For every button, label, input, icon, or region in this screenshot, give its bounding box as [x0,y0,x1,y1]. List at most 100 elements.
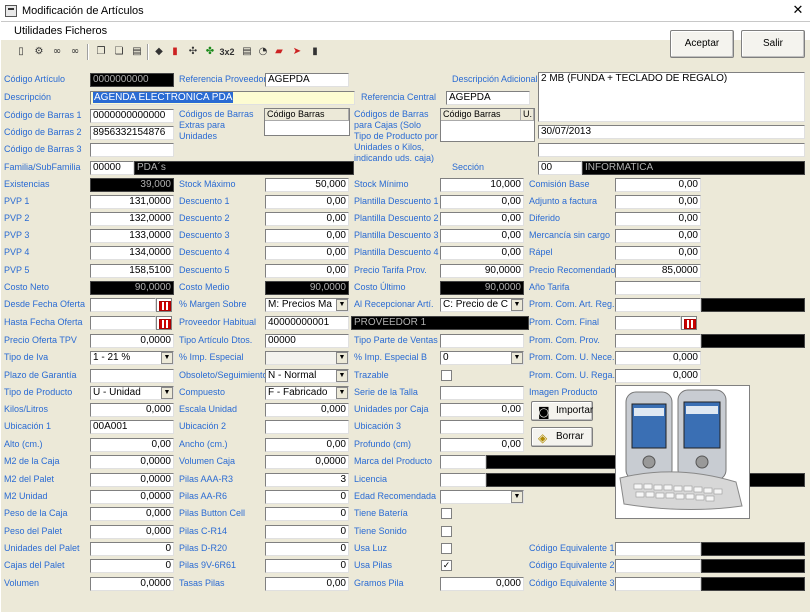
vol-caja-field[interactable]: 0,0000 [265,455,349,469]
document-icon[interactable]: ▤ [129,44,145,60]
chevron-down-icon[interactable]: ▼ [336,387,348,399]
cb2-field[interactable]: 8956332154876 [90,126,174,140]
tipo-iva-select[interactable]: 1 - 21 % ▼ [90,351,174,365]
product-image[interactable] [615,385,750,519]
exit-button[interactable]: Salir [741,30,805,58]
volumen-field[interactable]: 0,0000 [90,577,174,591]
grid-value[interactable]: 0,00 [440,195,524,209]
extra-field[interactable] [538,143,805,157]
ubic1-field[interactable]: 00A001 [90,420,174,434]
grid-value[interactable]: 90,0000 [440,264,524,278]
alto-field[interactable]: 0,00 [90,438,174,452]
grid-value[interactable]: 131,0000 [90,195,174,209]
edad-select[interactable]: ▼ [440,490,524,504]
kilos-field[interactable]: 0,000 [90,403,174,417]
imp-b-select[interactable]: 0 ▼ [440,351,524,365]
pilas-c-field[interactable]: 0 [265,525,349,539]
ref-central-field[interactable]: AGEPDA [446,91,530,105]
date-field[interactable]: 30/07/2013 [538,125,805,139]
ancho-field[interactable]: 0,00 [265,438,349,452]
tipo-producto-select[interactable]: U - Unidad ▼ [90,386,174,400]
bar-chart-icon[interactable]: ▮ [167,44,183,60]
cb-cajas-list[interactable]: Código Barras U. [440,108,535,142]
m2-unidad-field[interactable]: 0,0000 [90,490,174,504]
grid-value[interactable]: 0,00 [265,246,349,260]
pilas-d-field[interactable]: 0 [265,542,349,556]
m2-palet-field[interactable]: 0,0000 [90,473,174,487]
trazable-checkbox[interactable] [441,370,452,381]
menu-ficheros[interactable]: Ficheros [65,25,107,37]
ubic3-field[interactable] [440,420,524,434]
menu-utilidades[interactable]: Utilidades [14,25,62,37]
doc-icon[interactable]: ▮ [307,44,323,60]
gramos-field[interactable]: 0,000 [440,577,524,591]
ubic2-field[interactable] [265,420,349,434]
seccion-code-field[interactable]: 00 [538,161,582,175]
grid-value[interactable]: 85,0000 [615,264,701,278]
ref-proveedor-field[interactable]: AGEPDA [265,73,349,87]
export-icon[interactable]: ➤ [289,44,305,60]
binoculars-icon[interactable]: ∞ [49,44,65,60]
grid-value[interactable]: 132,0000 [90,212,174,226]
m2-caja-field[interactable]: 0,0000 [90,455,174,469]
prom-u-rega-field[interactable]: 0,000 [615,369,701,383]
codigo-articulo-field[interactable]: 0000000000 [90,73,174,87]
calendar-icon[interactable] [156,298,172,312]
chevron-down-icon[interactable]: ▼ [336,352,348,364]
new-doc-icon[interactable]: ▯ [13,44,29,60]
tiene-sonido-checkbox[interactable] [441,526,452,537]
pilas-button-field[interactable]: 0 [265,507,349,521]
grid-value[interactable]: 0,00 [615,246,701,260]
prom-art-reg-field[interactable] [615,298,701,312]
grid-value[interactable]: 0,00 [440,212,524,226]
chevron-down-icon[interactable]: ▼ [511,299,523,311]
grid-value[interactable]: 0,00 [615,212,701,226]
pilas-aa-field[interactable]: 0 [265,490,349,504]
grid-value[interactable]: 0,00 [615,178,701,192]
precio-oferta-field[interactable]: 0,0000 [90,334,174,348]
imp-especial-select[interactable]: ▼ [265,351,349,365]
tools-icon[interactable]: ✤ [202,44,218,60]
grid-value[interactable]: 134,0000 [90,246,174,260]
copy-icon[interactable]: ❐ [93,44,109,60]
calendar-icon[interactable] [156,316,172,330]
tasas-field[interactable]: 0,00 [265,577,349,591]
hasta-oferta-field[interactable] [90,316,156,330]
tipo-dtos-field[interactable]: 00000 [265,334,349,348]
recep-select[interactable]: C: Precio de C ▼ [440,298,524,312]
cajas-palet-field[interactable]: 0 [90,559,174,573]
grid-value[interactable]: 0,00 [265,264,349,278]
book-icon[interactable]: ▰ [271,44,287,60]
chevron-down-icon[interactable]: ▼ [161,352,173,364]
cod-eq1-field[interactable] [615,542,701,556]
grid-value[interactable]: 0,00 [440,246,524,260]
descripcion-field[interactable]: AGENDA ELECTRONICA PDA [90,91,355,105]
search-next-icon[interactable]: ∞ [67,44,83,60]
marca-field[interactable] [440,455,486,469]
list-icon[interactable]: ▤ [239,44,255,60]
uds-palet-field[interactable]: 0 [90,542,174,556]
peso-caja-field[interactable]: 0,000 [90,507,174,521]
chevron-down-icon[interactable]: ▼ [511,491,523,503]
grid-value[interactable]: 0,00 [615,195,701,209]
grid-value[interactable]: 10,000 [440,178,524,192]
licencia-field[interactable] [440,473,486,487]
gear-icon[interactable]: ⚙ [31,44,47,60]
delete-button[interactable]: ◈ Borrar [531,427,593,447]
prom-prov-field[interactable] [615,334,701,348]
escala-field[interactable]: 0,000 [265,403,349,417]
uds-caja-field[interactable]: 0,00 [440,403,524,417]
compuesto-select[interactable]: F - Fabricado ▼ [265,386,349,400]
prov-habitual-field[interactable]: 40000000001 [265,316,349,330]
calendar-icon[interactable] [681,316,697,330]
import-button[interactable]: ◙ Importar [531,401,593,421]
peso-palet-field[interactable]: 0,000 [90,525,174,539]
grid-value[interactable]: 50,000 [265,178,349,192]
accept-button[interactable]: Aceptar [670,30,734,58]
pilas-9v-field[interactable]: 0 [265,559,349,573]
chevron-down-icon[interactable]: ▼ [511,352,523,364]
cb1-field[interactable]: 0000000000000 [90,109,174,123]
grid-value[interactable]: 133,0000 [90,229,174,243]
plazo-field[interactable] [90,369,174,383]
tipo-parte-field[interactable] [440,334,524,348]
